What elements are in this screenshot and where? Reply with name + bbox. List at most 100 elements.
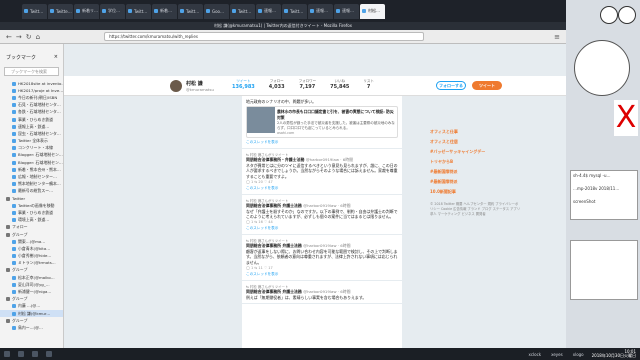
tweet[interactable]: ⇆ 村松 謙さんがリツイート 同朋総合法律事務所 弁護士法務 @harbor091… bbox=[242, 235, 402, 281]
forward-icon[interactable]: → bbox=[16, 33, 22, 41]
tweet-author[interactable]: 同朋総合法律事務所 弁護士法務 bbox=[246, 243, 303, 248]
browser-tab[interactable]: 新着… bbox=[152, 3, 177, 19]
tweet-actions[interactable]: ◯ 1 ⇆ 16 ♡ 44 bbox=[246, 220, 398, 224]
tweet[interactable]: 地元政府のシナリオの中、問題が多い。 農林水の市長も口口口議定書と引を、被害の実態… bbox=[242, 96, 402, 150]
bookmark-item[interactable]: 関東…(@ma… bbox=[0, 238, 63, 245]
bookmark-item[interactable]: ミトラン(@trmots… bbox=[0, 260, 63, 267]
bookmark-item[interactable]: Blogger: 石域地制セン… bbox=[0, 152, 63, 159]
browser-tab[interactable]: 速報… bbox=[308, 3, 333, 19]
trend-link[interactable]: トリヤからB bbox=[430, 159, 520, 165]
bookmark-item[interactable]: 昆虫・石域地制センタ… bbox=[0, 130, 63, 137]
terminal-window[interactable]: sh-4.4$ mysql -u… …mp-2018v 2018/11… scree… bbox=[570, 170, 638, 220]
bookmark-item[interactable]: 各鉄・石域地制センタ… bbox=[0, 109, 63, 116]
browser-tab[interactable]: 速報… bbox=[256, 3, 281, 19]
bookmark-item[interactable]: Twitter bbox=[0, 195, 63, 202]
clock[interactable]: 10:01 2018年10月30日火曜日 bbox=[592, 349, 640, 359]
taskbar-window[interactable]: xlogo bbox=[573, 352, 584, 357]
bookmark-item[interactable]: グループ bbox=[0, 267, 63, 274]
bookmark-item[interactable]: HK2017/proje at Inve… bbox=[0, 87, 63, 94]
avatar[interactable] bbox=[170, 80, 182, 92]
bookmark-item[interactable]: 最新号の総覧スー… bbox=[0, 188, 63, 195]
bookmark-search-input[interactable]: ブックマークを検索 bbox=[4, 67, 59, 76]
browser-tab[interactable]: Twitt… bbox=[230, 3, 255, 19]
bookmark-item[interactable]: 小倉青木(@kita… bbox=[0, 245, 63, 252]
bookmark-item[interactable]: コンクリート・本線 bbox=[0, 145, 63, 152]
browser-tab[interactable]: Twitt… bbox=[282, 3, 307, 19]
tweet[interactable]: ⇆ 村松 謙さんがリツイート 同朋総合法律事務所 弁護士法務 @harbor091… bbox=[242, 195, 402, 236]
taskbar-window[interactable]: xclock bbox=[529, 352, 542, 357]
bookmark-item[interactable]: 事業・ひらめき鉄道 bbox=[0, 116, 63, 123]
browser-tab[interactable]: Twitt… bbox=[22, 3, 47, 19]
profile-stat[interactable]: ツイート 136,983 bbox=[232, 79, 255, 90]
tweet-author[interactable]: 同朋総合法律事務所 弁護士法務 bbox=[246, 203, 303, 208]
browser-tab[interactable]: Twitte… bbox=[48, 3, 73, 19]
terminal-icon[interactable] bbox=[18, 351, 24, 357]
trend-link[interactable]: #最新国際特派 bbox=[430, 169, 520, 175]
tweet-button[interactable]: ツイート bbox=[472, 81, 502, 90]
show-thread-link[interactable]: このスレッドを表示 bbox=[246, 140, 398, 145]
tweet-actions[interactable]: ◯ 1 ⇆ 11 ♡ 17 bbox=[246, 266, 398, 270]
show-thread-link[interactable]: このスレッドを表示 bbox=[246, 226, 398, 231]
bookmark-item[interactable]: 環境上高・鉄道… bbox=[0, 217, 63, 224]
bookmark-item[interactable]: 熊本地制センター鶴本… bbox=[0, 181, 63, 188]
bookmark-item[interactable]: Blogger: 石域地制セン… bbox=[0, 159, 63, 166]
show-thread-link[interactable]: このスレッドを表示 bbox=[246, 272, 398, 277]
trend-link[interactable]: オフィスと住居 bbox=[430, 139, 520, 145]
bookmark-item[interactable]: 夏山洋司(@yg_… bbox=[0, 281, 63, 288]
follow-button[interactable]: フォローする bbox=[436, 81, 466, 90]
background-window[interactable] bbox=[570, 240, 638, 300]
browser-tab[interactable]: 学位… bbox=[100, 3, 125, 19]
bookmark-item[interactable]: 速報上高・鉄道… bbox=[0, 123, 63, 130]
tweet-author[interactable]: 同朋総合法律事務所 弁護士法務 bbox=[246, 289, 303, 294]
sidebar-title[interactable]: ブックマーク bbox=[6, 54, 36, 61]
bookmark-item[interactable]: 新着・熊本合州・熊本… bbox=[0, 166, 63, 173]
browser-tab[interactable]: Twitt… bbox=[178, 3, 203, 19]
close-icon[interactable]: × bbox=[54, 54, 58, 61]
bookmark-item[interactable]: 新浦健一(@niga… bbox=[0, 288, 63, 295]
trend-link[interactable]: オフィスと仕事 bbox=[430, 129, 520, 135]
bookmark-item[interactable]: 今日の新刊(朝日/ISBN bbox=[0, 94, 63, 101]
bookmark-item[interactable]: Twitterの画像を移動 bbox=[0, 202, 63, 209]
app-menu-icon[interactable] bbox=[4, 351, 10, 357]
browser-tab[interactable]: Goo… bbox=[204, 3, 229, 19]
tweet-author[interactable]: 同朋総合法律事務所・弁護士法務 bbox=[246, 157, 306, 162]
profile-stat[interactable]: フォロー 4,033 bbox=[269, 79, 285, 90]
trend-link[interactable]: 10.0新聞記事 bbox=[430, 189, 520, 195]
bookmark-item[interactable]: HK2018site at invento… bbox=[0, 80, 63, 87]
bookmark-item[interactable]: 石見・石域地制センタ… bbox=[0, 102, 63, 109]
browser-tab[interactable]: 速報… bbox=[334, 3, 359, 19]
browser-tab[interactable]: 新着リ… bbox=[74, 3, 99, 19]
tweet[interactable]: ⇆ 村松 謙さんがリツイート 同朋総合法律事務所・弁護士法務 @harbor091… bbox=[242, 149, 402, 195]
browser-tab[interactable]: 村松… bbox=[360, 3, 385, 19]
home-icon[interactable]: ⌂ bbox=[36, 33, 40, 41]
bookmark-item[interactable]: 鳥内ー…(@… bbox=[0, 324, 63, 331]
bookmark-item[interactable]: グループ bbox=[0, 296, 63, 303]
bookmark-item[interactable]: Twitter 全体表示 bbox=[0, 138, 63, 145]
bookmark-item[interactable]: 小倉秀樹(@hide… bbox=[0, 253, 63, 260]
bookmark-item[interactable]: 広報・地制センター… bbox=[0, 173, 63, 180]
browser-tab[interactable]: Twitt… bbox=[126, 3, 151, 19]
bookmark-item[interactable]: 内藤 …(@… bbox=[0, 303, 63, 310]
tweet-actions[interactable]: ◯ 1 ⇆ 20 ♡ 47 bbox=[246, 180, 398, 184]
trend-link[interactable]: #バッゼーサッキャイングデー bbox=[430, 149, 520, 155]
back-icon[interactable]: ← bbox=[6, 33, 12, 41]
bookmark-item[interactable]: グループ bbox=[0, 231, 63, 238]
files-icon[interactable] bbox=[46, 351, 52, 357]
trend-link[interactable]: #最新国際特派 bbox=[430, 179, 520, 185]
bookmark-item[interactable]: グループ bbox=[0, 317, 63, 324]
bookmark-item[interactable]: 松本正幸(@malko… bbox=[0, 274, 63, 281]
menu-icon[interactable]: ≡ bbox=[554, 33, 566, 41]
url-field[interactable]: https://twitter.com/kmuramatsu/with_repl… bbox=[104, 32, 425, 41]
bookmark-item[interactable]: 村松 謙(@kmur… bbox=[0, 310, 63, 318]
firefox-icon[interactable] bbox=[32, 351, 38, 357]
bookmark-item[interactable]: 事業・ひらめき鉄道 bbox=[0, 209, 63, 216]
bookmark-item[interactable]: フォロー bbox=[0, 224, 63, 231]
profile-name[interactable]: 村松 謙 bbox=[186, 80, 214, 87]
profile-stat[interactable]: フォロワー 7,197 bbox=[299, 79, 317, 90]
profile-stat[interactable]: リスト 7 bbox=[363, 79, 374, 90]
tweet-card[interactable]: 農林水の市長も口口口議定書と引を、被害の実態について検証: 防災対策 2人の男性が… bbox=[246, 106, 398, 139]
show-thread-link[interactable]: このスレッドを表示 bbox=[246, 186, 398, 191]
profile-stat[interactable]: いいね 75,845 bbox=[330, 79, 349, 90]
taskbar-window[interactable]: xeyes bbox=[551, 352, 563, 357]
reload-icon[interactable]: ↻ bbox=[26, 33, 32, 41]
